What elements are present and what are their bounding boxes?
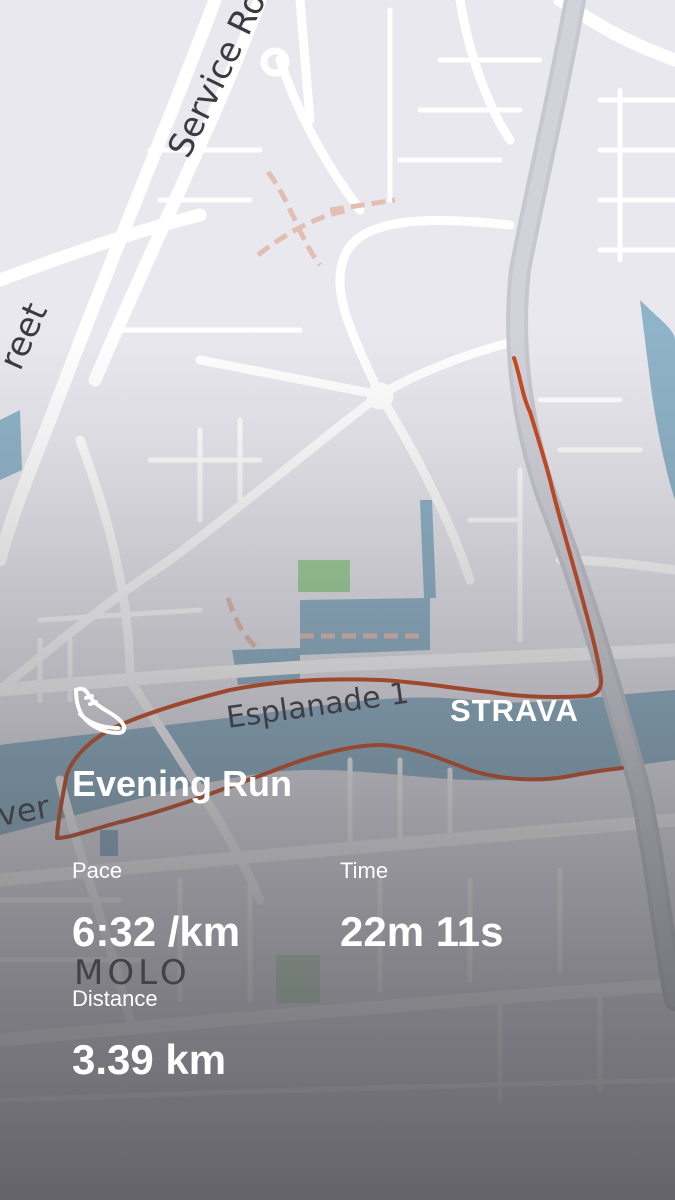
distance-label: Distance	[72, 986, 158, 1011]
time-value: 22m 11s	[340, 908, 504, 955]
pace-label: Pace	[72, 858, 123, 883]
activity-title: Evening Run	[72, 763, 293, 804]
distance-value: 3.39 km	[72, 1036, 227, 1083]
park-area	[298, 560, 350, 592]
park-area-2	[276, 955, 320, 1003]
time-label: Time	[340, 858, 389, 883]
running-shoe-icon	[68, 678, 132, 742]
strava-logo: STRAVA	[450, 693, 579, 728]
map-background: Service Ro reet Esplanade 1 ver MOLO	[0, 0, 675, 1200]
pace-value: 6:32 /km	[72, 908, 241, 955]
